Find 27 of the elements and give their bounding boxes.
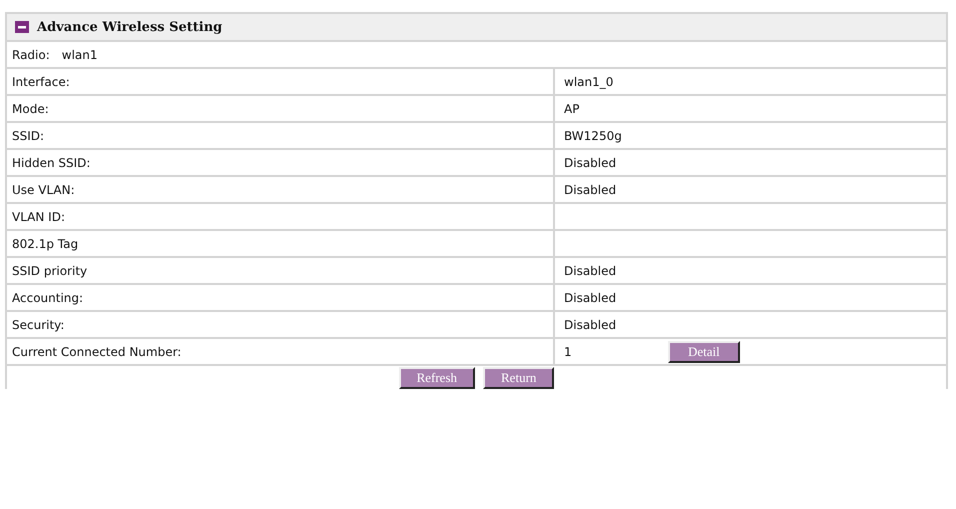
detail-button[interactable]: Detail (668, 340, 740, 362)
field-value: Disabled (564, 264, 618, 278)
field-value: Disabled (564, 156, 618, 170)
radio-label: Radio: (12, 48, 50, 62)
field-value: Disabled (564, 182, 618, 196)
field-label: Use VLAN: (12, 182, 75, 196)
field-label: Hidden SSID: (12, 156, 90, 170)
field-value: 1 (564, 344, 573, 358)
field-label: SSID priority (12, 264, 88, 278)
square-icon (15, 21, 29, 33)
field-value: AP (564, 102, 580, 116)
field-value: BW1250g (564, 128, 623, 142)
field-label: 802.1p Tag (12, 236, 78, 250)
field-value: wlan1_0 (564, 74, 614, 88)
field-label: VLAN ID: (12, 210, 65, 224)
radio-value: wlan1 (62, 48, 98, 62)
field-label: Accounting: (12, 290, 84, 304)
field-value: Disabled (564, 318, 618, 332)
panel-title: Advance Wireless Setting (37, 20, 222, 34)
field-value: Disabled (564, 290, 618, 304)
field-label: SSID: (12, 128, 44, 142)
action-button[interactable]: Return (483, 367, 554, 389)
field-label: Mode: (12, 102, 49, 116)
field-label: Current Connected Number: (12, 344, 182, 358)
field-label: Interface: (12, 74, 70, 88)
action-button[interactable]: Refresh (398, 367, 476, 389)
field-label: Security: (12, 318, 64, 332)
